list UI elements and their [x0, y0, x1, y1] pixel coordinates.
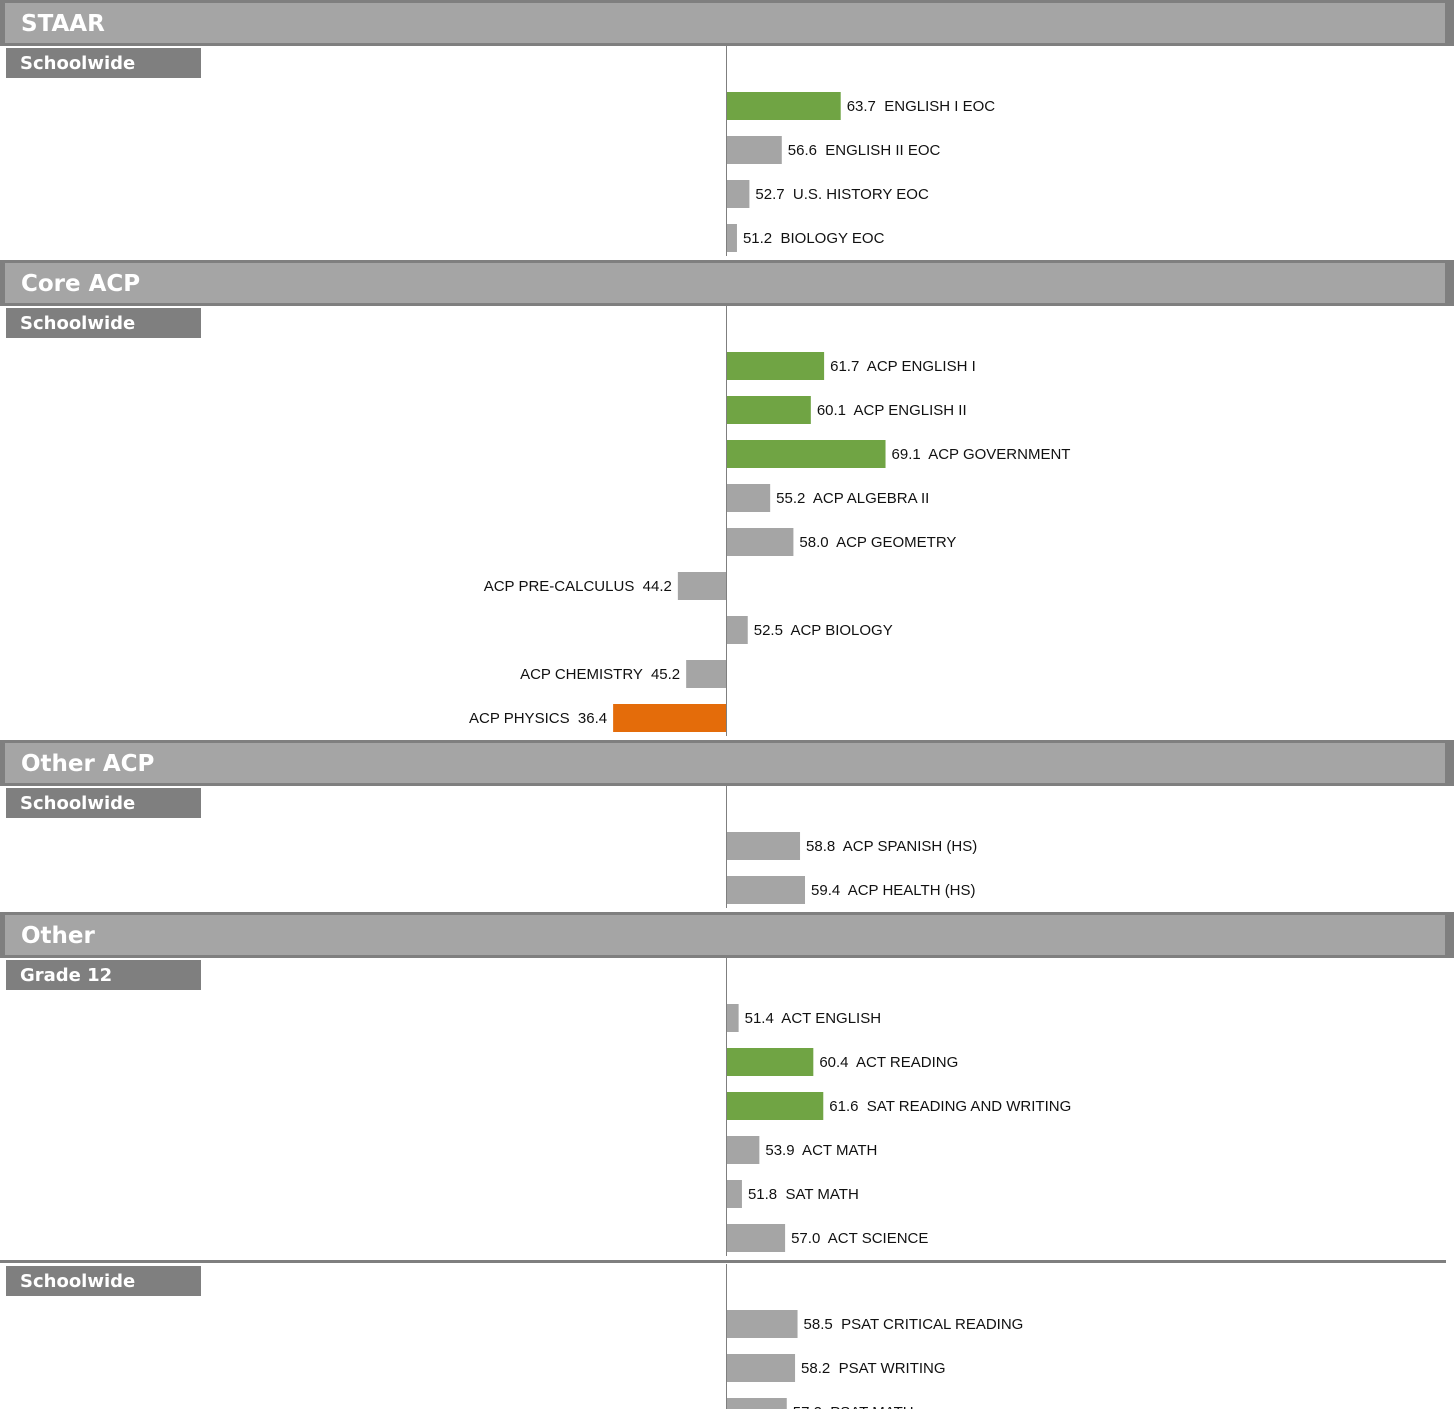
results-chart: STAAR Schoolwide 63.7 ENGLISH I EOC 56.6 EN…	[0, 0, 1454, 1409]
section-header	[5, 743, 1445, 783]
section-title: Core ACP	[21, 271, 140, 297]
bar-acp-chemistry	[686, 660, 726, 688]
section-header	[5, 3, 1445, 43]
bar-act-science	[727, 1224, 786, 1252]
bar-acp-english-ii	[727, 396, 811, 424]
bar-label-acp-biology: 52.5 ACP BIOLOGY	[754, 622, 893, 639]
bar-acp-spanish-hs	[727, 832, 801, 860]
section-title: Other	[21, 923, 96, 949]
bar-psat-writing	[727, 1354, 796, 1382]
bar-label-acp-pre-calculus: ACP PRE-CALCULUS 44.2	[484, 578, 672, 595]
bar-label-u-s-history-eoc: 52.7 U.S. HISTORY EOC	[755, 186, 929, 203]
bar-label-sat-math: 51.8 SAT MATH	[748, 1186, 859, 1203]
bar-label-biology-eoc: 51.2 BIOLOGY EOC	[743, 230, 885, 247]
subgroup-label: Grade 12	[20, 965, 112, 986]
bar-english-ii-eoc	[727, 136, 782, 164]
subgroup-label: Schoolwide	[20, 53, 135, 74]
bar-u-s-history-eoc	[727, 180, 750, 208]
bar-label-acp-chemistry: ACP CHEMISTRY 45.2	[520, 666, 680, 683]
bar-act-math	[727, 1136, 760, 1164]
bar-label-act-math: 53.9 ACT MATH	[765, 1142, 877, 1159]
subgroup-label: Schoolwide	[20, 793, 135, 814]
bar-label-acp-health-hs: 59.4 ACP HEALTH (HS)	[811, 882, 976, 899]
bar-sat-math	[727, 1180, 742, 1208]
bar-acp-health-hs	[727, 876, 806, 904]
bar-psat-math	[727, 1398, 787, 1409]
bar-label-act-science: 57.0 ACT SCIENCE	[791, 1230, 928, 1247]
bar-acp-english-i	[727, 352, 825, 380]
bar-sat-reading-and-writing	[727, 1092, 824, 1120]
subgroup-label: Schoolwide	[20, 313, 135, 334]
bar-label-acp-english-ii: 60.1 ACP ENGLISH II	[817, 402, 967, 419]
bar-psat-critical-reading	[727, 1310, 798, 1338]
bar-label-acp-algebra-ii: 55.2 ACP ALGEBRA II	[776, 490, 929, 507]
bar-acp-government	[727, 440, 886, 468]
bar-act-english	[727, 1004, 739, 1032]
bar-acp-geometry	[727, 528, 794, 556]
bar-english-i-eoc	[727, 92, 841, 120]
bar-label-acp-physics: ACP PHYSICS 36.4	[469, 710, 607, 727]
subgroup-divider	[0, 1260, 1446, 1263]
bar-acp-algebra-ii	[727, 484, 771, 512]
bar-label-psat-math: 57.2 PSAT MATH	[793, 1404, 914, 1409]
subgroup-label: Schoolwide	[20, 1271, 135, 1292]
bar-acp-biology	[727, 616, 748, 644]
section-title: STAAR	[21, 11, 105, 37]
bar-acp-physics	[613, 704, 726, 732]
bar-label-psat-critical-reading: 58.5 PSAT CRITICAL READING	[804, 1316, 1024, 1333]
bar-label-acp-english-i: 61.7 ACP ENGLISH I	[830, 358, 976, 375]
bar-label-acp-government: 69.1 ACP GOVERNMENT	[892, 446, 1071, 463]
section-header	[5, 263, 1445, 303]
bar-label-act-english: 51.4 ACT ENGLISH	[745, 1010, 881, 1027]
section-title: Other ACP	[21, 751, 154, 777]
bar-acp-pre-calculus	[677, 572, 726, 600]
bar-label-acp-geometry: 58.0 ACP GEOMETRY	[799, 534, 956, 551]
bar-biology-eoc	[727, 224, 737, 252]
bar-label-psat-writing: 58.2 PSAT WRITING	[801, 1360, 945, 1377]
bar-label-acp-spanish-hs: 58.8 ACP SPANISH (HS)	[806, 838, 977, 855]
bar-act-reading	[727, 1048, 814, 1076]
section-header	[5, 915, 1445, 955]
bar-label-sat-reading-and-writing: 61.6 SAT READING AND WRITING	[829, 1098, 1071, 1115]
bar-label-english-ii-eoc: 56.6 ENGLISH II EOC	[788, 142, 941, 159]
bar-label-english-i-eoc: 63.7 ENGLISH I EOC	[847, 98, 996, 115]
bar-label-act-reading: 60.4 ACT READING	[819, 1054, 958, 1071]
